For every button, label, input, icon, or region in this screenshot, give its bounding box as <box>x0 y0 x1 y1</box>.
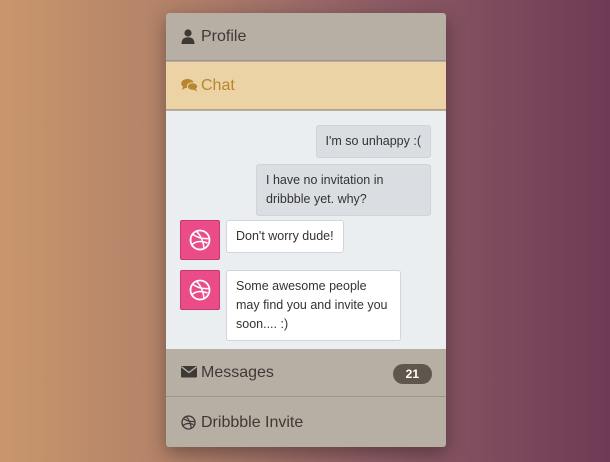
chat-message-received: Some awesome people may find you and inv… <box>226 270 401 341</box>
accordion-item-messages[interactable]: Messages 21 <box>166 349 446 397</box>
dribbble-icon <box>189 229 211 251</box>
dribbble-invite-label: Dribbble Invite <box>201 413 304 431</box>
accordion-item-dribbble-invite[interactable]: Dribbble Invite <box>166 398 446 447</box>
messages-count-badge: 21 <box>392 364 432 384</box>
dribbble-icon <box>181 414 197 431</box>
user-icon <box>181 28 197 45</box>
chat-message-received: Don't worry dude! <box>226 220 344 253</box>
avatar <box>180 220 220 260</box>
avatar <box>180 270 220 310</box>
chat-message-sent: I'm so unhappy :( <box>315 125 431 158</box>
profile-label: Profile <box>201 27 247 45</box>
messages-label: Messages <box>201 363 274 381</box>
chat-thread: I'm so unhappy :( I have no invitation i… <box>166 111 446 349</box>
accordion-item-chat[interactable]: Chat <box>166 62 446 110</box>
accordion-item-profile[interactable]: Profile <box>166 13 446 61</box>
chat-message-sent: I have no invitation in dribbble yet. wh… <box>256 164 431 216</box>
accordion-panel: Profile Chat I'm so unhappy :( I have no… <box>166 13 446 447</box>
envelope-icon <box>181 365 197 381</box>
dribbble-icon <box>189 279 211 301</box>
comments-icon <box>181 78 199 94</box>
chat-label: Chat <box>201 76 235 94</box>
